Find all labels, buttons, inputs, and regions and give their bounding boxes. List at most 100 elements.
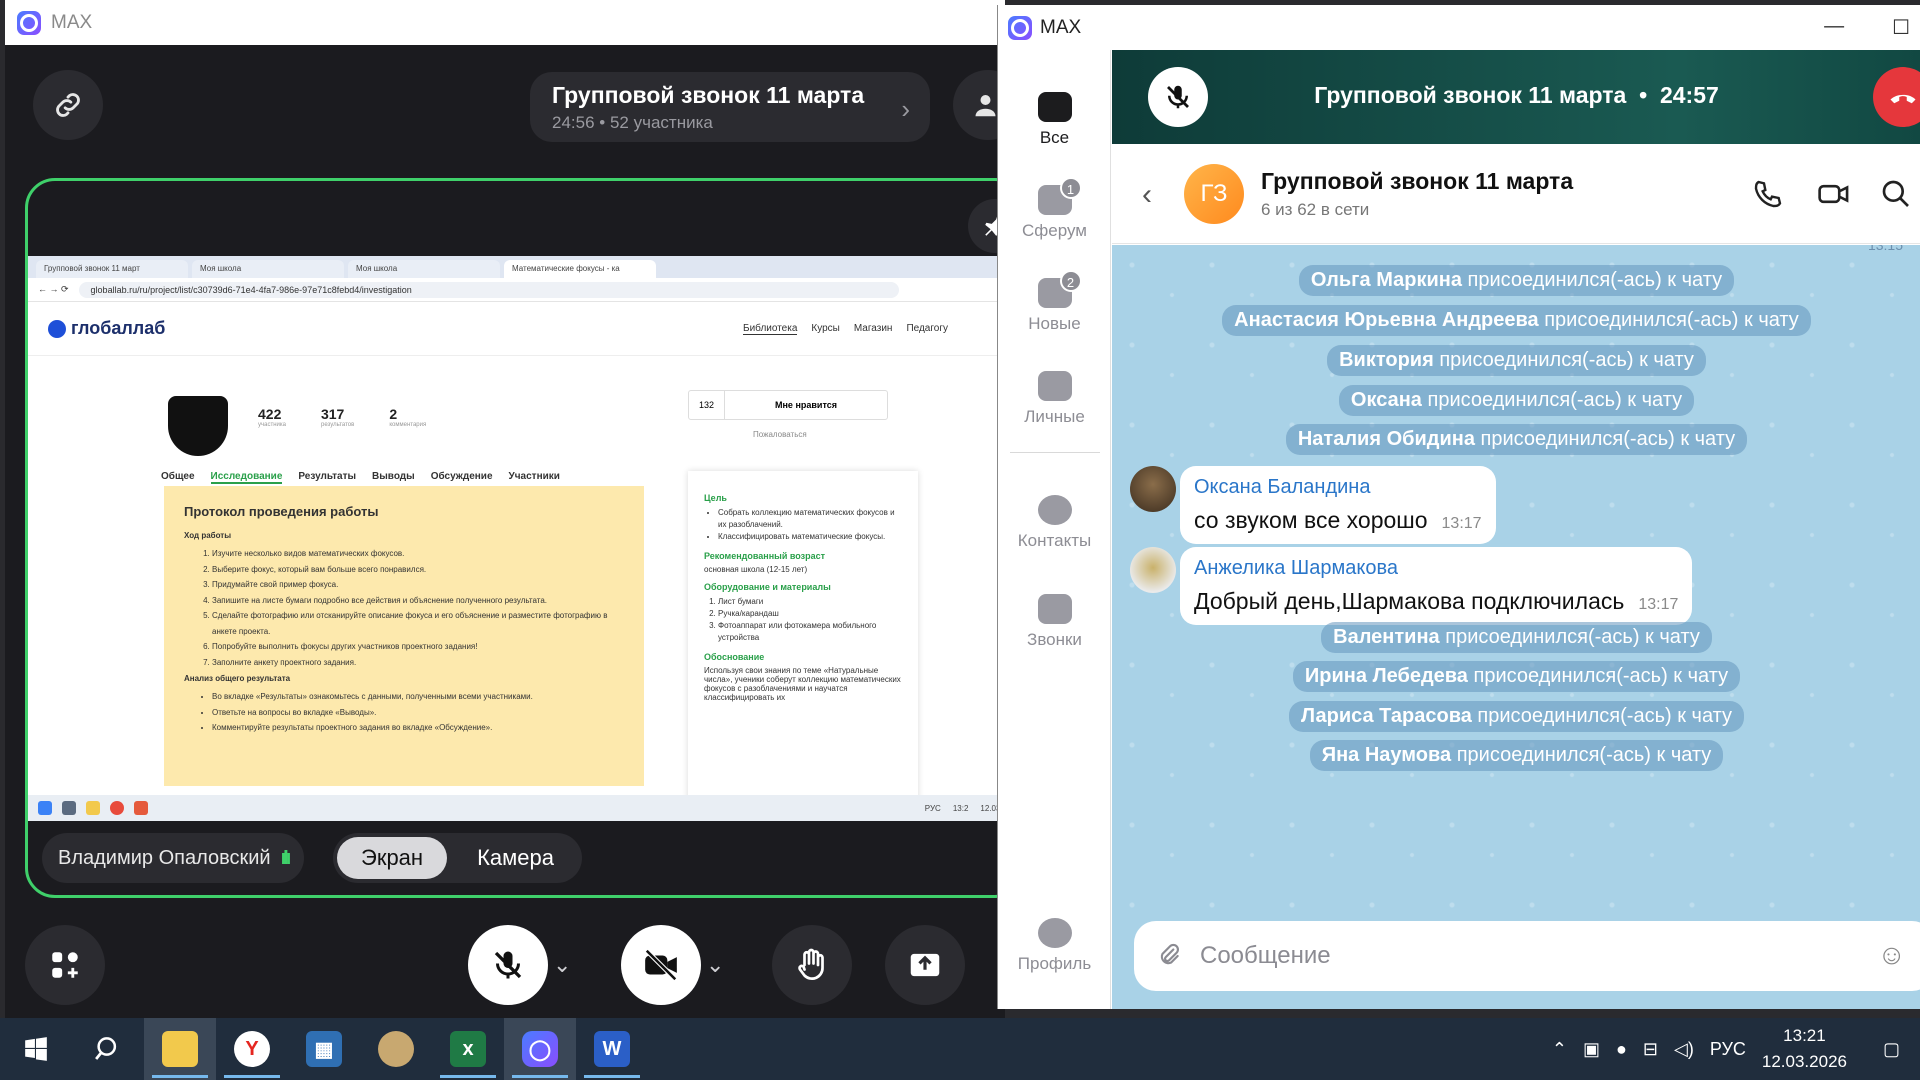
chat-window-titlebar: MAX — ☐ bbox=[998, 5, 1920, 50]
sidebar-item-sferum[interactable]: 1 Сферум bbox=[998, 177, 1111, 241]
taskbar-paint[interactable] bbox=[360, 1018, 432, 1080]
chat-window: MAX — ☐ Все 1 Сферум 2 Новые Личные Конт… bbox=[997, 5, 1920, 1009]
excel-icon: x bbox=[450, 1031, 486, 1067]
mute-mic-button[interactable] bbox=[468, 925, 548, 1005]
screen-share-tile[interactable]: Групповой звонок 11 март Моя школа Моя ш… bbox=[25, 178, 1025, 898]
shared-screen: Групповой звонок 11 март Моя школа Моя ш… bbox=[28, 256, 1022, 821]
phone-call-icon[interactable] bbox=[1752, 178, 1784, 217]
banner-duration: 24:57 bbox=[1659, 82, 1719, 108]
sticker-icon[interactable]: ☺ bbox=[1877, 939, 1906, 971]
group-name: Групповой звонок 11 марта bbox=[1261, 168, 1574, 194]
avatar[interactable] bbox=[1130, 466, 1176, 512]
maximize-icon[interactable]: ☐ bbox=[1892, 15, 1910, 40]
site-nav: Библиотека Курсы Магазин Педагогу bbox=[743, 323, 948, 335]
app-icon bbox=[134, 801, 148, 815]
message-bubble[interactable]: Анжелика Шармакова Добрый день,Шармакова… bbox=[1180, 547, 1693, 625]
taskbar-yandex[interactable]: Y bbox=[216, 1018, 288, 1080]
search-icon[interactable] bbox=[1880, 178, 1912, 217]
sidebar-item-new[interactable]: 2 Новые bbox=[998, 270, 1111, 334]
attach-icon[interactable] bbox=[1156, 941, 1182, 971]
start-button[interactable] bbox=[0, 1018, 72, 1080]
group-avatar: ГЗ bbox=[1184, 164, 1244, 224]
upload-screen-icon bbox=[910, 953, 940, 977]
max-logo-icon bbox=[1008, 15, 1032, 40]
phone-icon bbox=[1037, 594, 1072, 624]
tray-app-icon[interactable]: ▣ bbox=[1583, 1039, 1600, 1060]
browser-url: globallab.ru/ru/project/list/c30739d6-71… bbox=[78, 281, 899, 298]
message-list[interactable]: 13:15 Ольга Маркина присоединился(-ась) … bbox=[1112, 245, 1920, 913]
chrome-icon bbox=[110, 801, 124, 815]
clock[interactable]: 13:21 12.03.2026 bbox=[1762, 1023, 1847, 1075]
chat-sidebar: Все 1 Сферум 2 Новые Личные Контакты Зво… bbox=[998, 50, 1111, 1009]
apps-add-icon bbox=[52, 952, 78, 978]
site-nav-item: Магазин bbox=[853, 322, 893, 334]
sidebar-item-calls[interactable]: Звонки bbox=[998, 594, 1111, 650]
project-tab: Общее bbox=[161, 471, 195, 482]
sidebar-item-personal[interactable]: Личные bbox=[998, 371, 1111, 427]
folder-icon bbox=[86, 801, 100, 815]
source-switch[interactable]: Экран Камера bbox=[333, 833, 582, 883]
taskbar-explorer[interactable] bbox=[144, 1018, 216, 1080]
volume-icon[interactable]: ◁) bbox=[1674, 1039, 1694, 1060]
sidebar-item-profile[interactable]: Профиль bbox=[998, 918, 1111, 974]
input-language[interactable]: РУС bbox=[1710, 1039, 1746, 1060]
sidebar-item-all[interactable]: Все bbox=[998, 92, 1111, 148]
call-info-pill[interactable]: Групповой звонок 11 марта 24:56 • 52 уча… bbox=[530, 72, 930, 142]
active-call-banner[interactable]: Групповой звонок 11 марта • 24:57 bbox=[1112, 50, 1920, 144]
app-icon bbox=[62, 801, 76, 815]
network-icon[interactable]: ⊟ bbox=[1643, 1039, 1658, 1060]
group-status: 6 из 62 в сети bbox=[1261, 200, 1370, 219]
camera-toggle-button[interactable] bbox=[621, 925, 701, 1005]
folder-icon: 2 bbox=[1037, 270, 1082, 308]
system-tray: ⌃ ▣ ● ⊟ ◁) РУС 13:21 12.03.2026 ▢ bbox=[1552, 1018, 1920, 1080]
chat-window-title: MAX bbox=[1040, 16, 1082, 38]
taskbar-calculator[interactable]: ▦ bbox=[288, 1018, 360, 1080]
tray-chevron-icon[interactable]: ⌃ bbox=[1552, 1039, 1567, 1060]
system-join-message: Виктория присоединился(-ась) к чату bbox=[1112, 345, 1920, 376]
taskbar-word[interactable]: W bbox=[576, 1018, 648, 1080]
sidebar-divider bbox=[1010, 452, 1100, 453]
system-join-message: Яна Наумова присоединился(-ась) к чату bbox=[1112, 740, 1920, 771]
mic-off-icon bbox=[494, 951, 522, 979]
camera-options-chevron-icon[interactable]: ⌄ bbox=[706, 952, 724, 978]
chevron-right-icon: › bbox=[901, 94, 910, 124]
search-button[interactable] bbox=[72, 1018, 144, 1080]
notifications-icon[interactable]: ▢ bbox=[1883, 1039, 1900, 1060]
minimize-icon[interactable]: — bbox=[1824, 15, 1844, 40]
message-bubble[interactable]: Оксана Баландина со звуком все хорошо 13:… bbox=[1180, 466, 1496, 544]
microphone-icon[interactable]: ● bbox=[1616, 1039, 1627, 1060]
sender-name: Оксана Баландина bbox=[1194, 476, 1371, 498]
composer-bar: Сообщение ☺ bbox=[1112, 913, 1920, 1009]
site-header: глобаллаб Библиотека Курсы Магазин Педаг… bbox=[28, 302, 1022, 356]
apps-button[interactable] bbox=[25, 925, 105, 1005]
mic-options-chevron-icon[interactable]: ⌄ bbox=[553, 952, 571, 978]
browser-nav-icons: ← → ⟳ bbox=[38, 284, 69, 294]
site-logo: глобаллаб bbox=[48, 318, 165, 339]
source-tab-screen[interactable]: Экран bbox=[337, 837, 448, 879]
source-tab-camera[interactable]: Камера bbox=[453, 837, 578, 879]
copy-link-button[interactable] bbox=[33, 70, 103, 140]
video-call-icon[interactable] bbox=[1817, 178, 1851, 217]
search-icon bbox=[95, 1037, 117, 1060]
raise-hand-button[interactable] bbox=[772, 925, 852, 1005]
message-time: 13:15 bbox=[1867, 245, 1903, 253]
taskbar-max[interactable]: ◯ bbox=[504, 1018, 576, 1080]
voice-activity-icon: ıIı bbox=[280, 846, 292, 869]
hangup-button[interactable] bbox=[1873, 67, 1920, 127]
presenter-name: Владимир Опаловский bbox=[58, 846, 271, 869]
like-label: Мне нравится bbox=[775, 400, 837, 410]
camera-off-icon bbox=[645, 949, 677, 981]
back-chevron-icon[interactable]: ‹ bbox=[1142, 178, 1152, 212]
share-screen-button[interactable] bbox=[885, 925, 965, 1005]
call-window-titlebar: MAX bbox=[5, 0, 1005, 45]
system-join-message: Валентина присоединился(-ась) к чату bbox=[1112, 622, 1920, 653]
taskbar-excel[interactable]: x bbox=[432, 1018, 504, 1080]
chat-bubble-icon bbox=[1037, 92, 1072, 122]
link-icon bbox=[56, 93, 80, 117]
calculator-icon: ▦ bbox=[306, 1031, 342, 1067]
project-tab: Результаты bbox=[298, 471, 357, 482]
avatar[interactable] bbox=[1130, 547, 1176, 593]
call-subtitle: 24:56 • 52 участника bbox=[552, 113, 908, 133]
message-input[interactable]: Сообщение ☺ bbox=[1134, 921, 1920, 991]
sidebar-item-contacts[interactable]: Контакты bbox=[998, 495, 1111, 551]
